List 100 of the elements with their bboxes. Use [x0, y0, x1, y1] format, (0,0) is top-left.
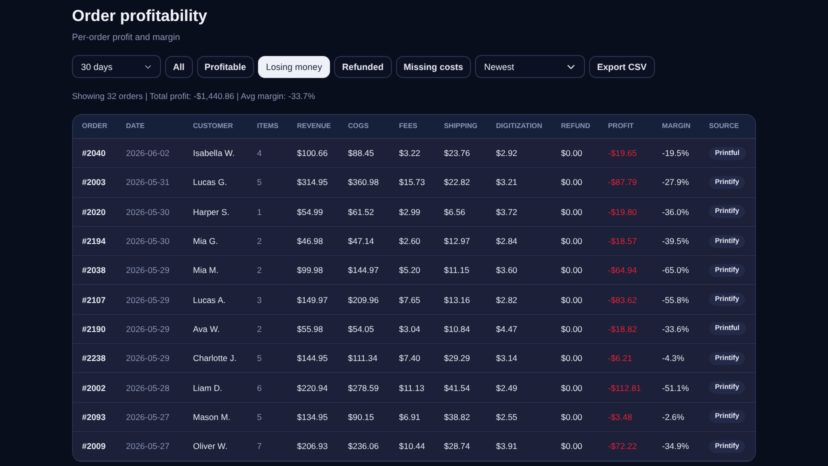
item-count: 5: [248, 168, 288, 198]
filter-tab[interactable]: All: [165, 56, 193, 78]
profit-cell: -$19.80: [599, 197, 653, 226]
revenue-cell: $149.97: [288, 284, 339, 314]
customer-name: Lucas G.: [184, 168, 248, 198]
digitization-cell: $3.14: [487, 344, 552, 373]
fees-cell: $5.20: [390, 256, 435, 285]
fees-cell: $6.91: [390, 402, 435, 432]
export-csv-button[interactable]: Export CSV: [589, 56, 655, 78]
refund-cell: $0.00: [552, 431, 599, 461]
order-date: 2026-05-27: [117, 402, 184, 432]
revenue-cell: $99.98: [288, 256, 339, 285]
cogs-cell: $360.98: [339, 168, 390, 198]
digitization-cell: $2.92: [487, 138, 552, 168]
revenue-cell: $100.66: [288, 138, 339, 168]
item-count: 5: [248, 402, 288, 432]
margin-cell: -34.9%: [653, 431, 700, 461]
margin-cell: -33.6%: [653, 314, 700, 344]
filter-tab[interactable]: Missing costs: [396, 56, 472, 78]
order-date: 2026-05-28: [117, 372, 184, 402]
filter-tab[interactable]: Losing money: [258, 56, 330, 78]
fees-cell: $10.44: [390, 431, 435, 461]
shipping-cell: $10.84: [435, 314, 487, 344]
refund-cell: $0.00: [552, 314, 599, 344]
cogs-cell: $61.52: [339, 197, 390, 226]
order-number: #2002: [73, 372, 117, 402]
shipping-cell: $41.54: [435, 372, 487, 402]
filter-tab[interactable]: Profitable: [196, 56, 254, 78]
margin-cell: -39.5%: [653, 226, 700, 256]
customer-name: Mia G.: [184, 226, 248, 256]
order-date: 2026-05-29: [117, 284, 184, 314]
item-count: 4: [248, 138, 288, 168]
revenue-cell: $55.98: [288, 314, 339, 344]
filter-tab[interactable]: Refunded: [334, 56, 392, 78]
item-count: 5: [248, 344, 288, 373]
revenue-cell: $220.94: [288, 372, 339, 402]
profit-cell: -$64.94: [599, 256, 653, 285]
customer-name: Lucas A.: [184, 284, 248, 314]
refund-cell: $0.00: [552, 344, 599, 373]
order-number: #2040: [73, 138, 117, 168]
item-count: 2: [248, 256, 288, 285]
fees-cell: $3.22: [390, 138, 435, 168]
sort-dropdown[interactable]: Newest: [475, 55, 586, 78]
summary-text: Showing 32 orders | Total profit: -$1,440.86 | Avg margin: -33.7%: [72, 91, 316, 101]
profit-cell: -$6.21: [599, 344, 653, 373]
cogs-cell: $236.06: [339, 431, 390, 461]
revenue-cell: $314.95: [288, 168, 339, 198]
digitization-cell: $2.84: [487, 226, 552, 256]
shipping-cell: $23.76: [435, 138, 487, 168]
customer-name: Isabella W.: [184, 138, 248, 168]
order-number: #2194: [73, 226, 117, 256]
shipping-cell: $28.74: [435, 431, 487, 461]
cogs-cell: $144.97: [339, 256, 390, 285]
order-number: #2107: [73, 284, 117, 314]
order-number: #2238: [73, 344, 117, 373]
shipping-cell: $29.29: [435, 344, 487, 373]
revenue-cell: $46.98: [288, 226, 339, 256]
revenue-cell: $134.95: [288, 402, 339, 432]
refund-cell: $0.00: [552, 372, 599, 402]
profit-cell: -$18.82: [599, 314, 653, 344]
refund-cell: $0.00: [552, 226, 599, 256]
margin-cell: -65.0%: [653, 256, 700, 285]
margin-cell: -55.8%: [653, 284, 700, 314]
fees-cell: $2.99: [390, 197, 435, 226]
fees-cell: $3.04: [390, 314, 435, 344]
order-number: #2009: [73, 431, 117, 461]
refund-cell: $0.00: [552, 168, 599, 198]
cogs-cell: $54.05: [339, 314, 390, 344]
customer-name: Harper S.: [184, 197, 248, 226]
cogs-cell: $209.96: [339, 284, 390, 314]
customer-name: Liam D.: [184, 372, 248, 402]
customer-name: Mia M.: [184, 256, 248, 285]
fees-cell: $2.60: [390, 226, 435, 256]
refund-cell: $0.00: [552, 138, 599, 168]
profit-cell: -$112.81: [599, 372, 653, 402]
order-date: 2026-06-02: [117, 138, 184, 168]
profit-cell: -$3.48: [599, 402, 653, 432]
order-date: 2026-05-29: [117, 314, 184, 344]
page-title: Order profitability: [72, 7, 208, 26]
fees-cell: $7.40: [390, 344, 435, 373]
profit-cell: -$72.22: [599, 431, 653, 461]
shipping-cell: $13.16: [435, 284, 487, 314]
customer-name: Charlotte J.: [184, 344, 248, 373]
fees-cell: $15.73: [390, 168, 435, 198]
margin-cell: -36.0%: [653, 197, 700, 226]
cogs-cell: $47.14: [339, 226, 390, 256]
profit-cell: -$18.57: [599, 226, 653, 256]
period-dropdown[interactable]: 30 days: [72, 55, 161, 78]
profit-cell: -$87.79: [599, 168, 653, 198]
shipping-cell: $6.56: [435, 197, 487, 226]
digitization-cell: $2.82: [487, 284, 552, 314]
order-date: 2026-05-30: [117, 197, 184, 226]
digitization-cell: $2.49: [487, 372, 552, 402]
cogs-cell: $90.15: [339, 402, 390, 432]
order-date: 2026-05-29: [117, 256, 184, 285]
refund-cell: $0.00: [552, 256, 599, 285]
margin-cell: -19.5%: [653, 138, 700, 168]
refund-cell: $0.00: [552, 197, 599, 226]
item-count: 1: [248, 197, 288, 226]
cogs-cell: $88.45: [339, 138, 390, 168]
